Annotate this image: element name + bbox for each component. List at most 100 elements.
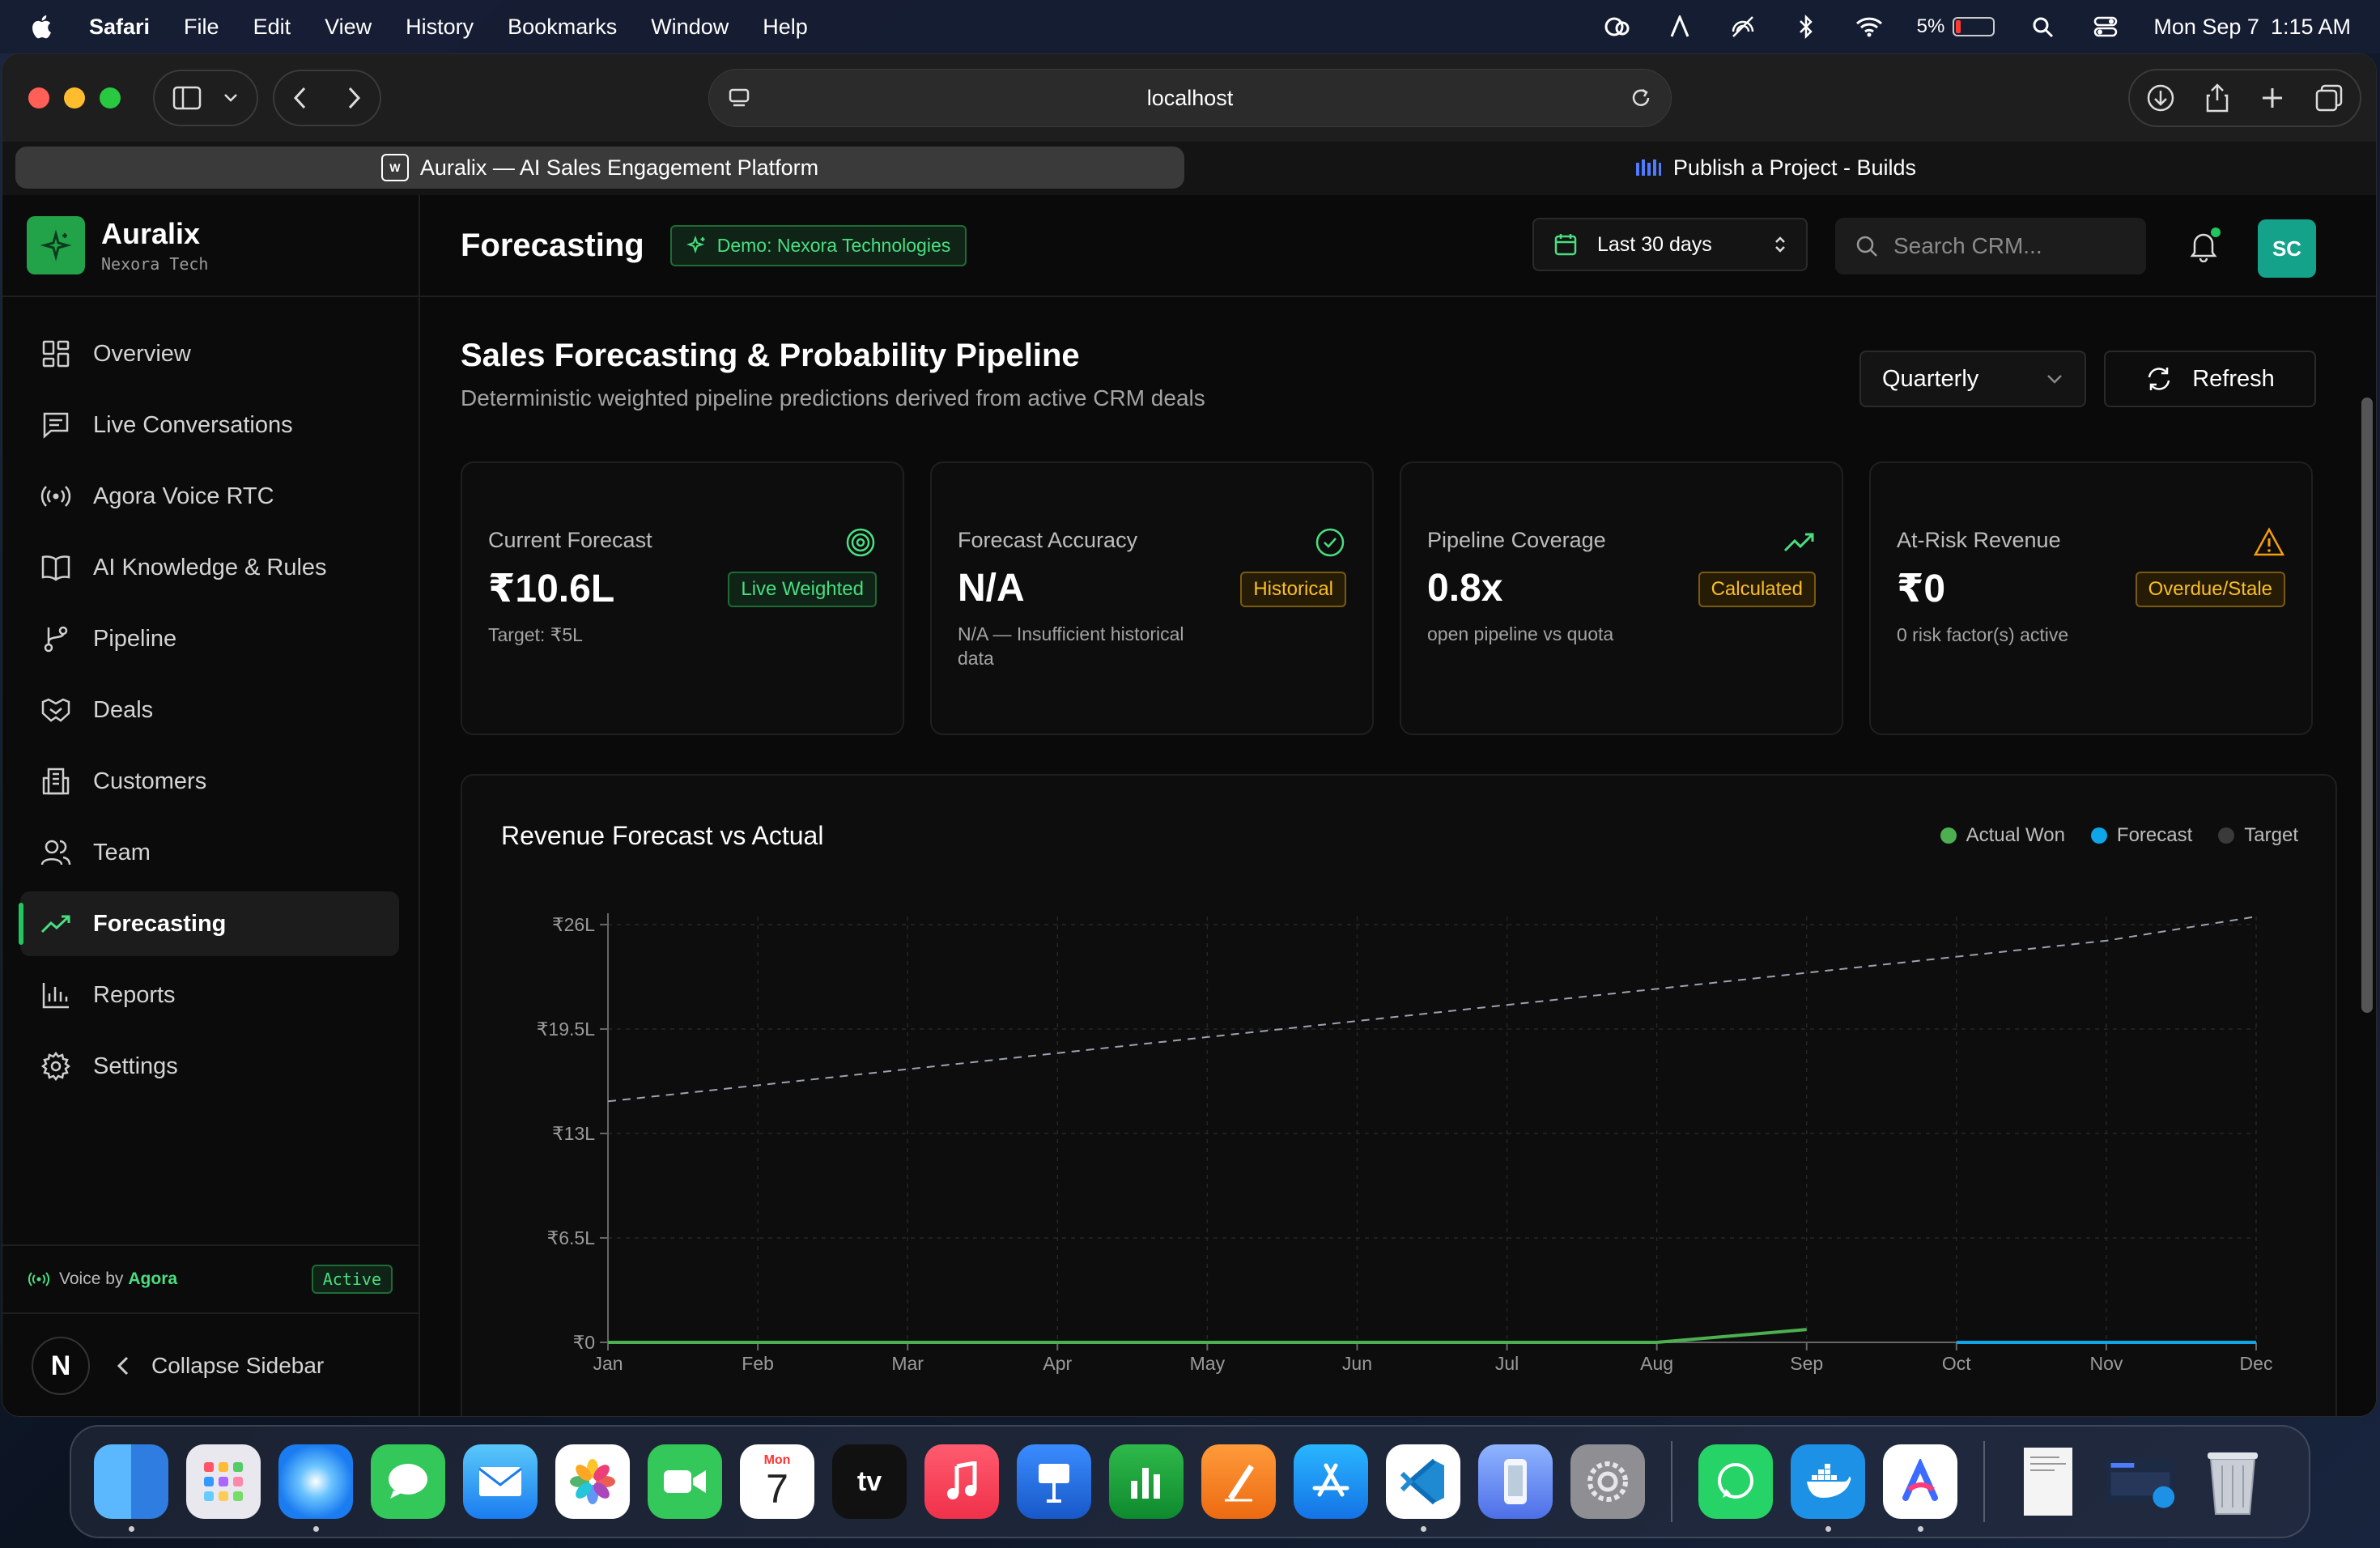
main-content: Forecasting Demo: Nexora Technologies La… [420, 195, 2376, 1416]
creative-cloud-icon[interactable] [1601, 15, 1632, 39]
app-store-icon[interactable] [1294, 1444, 1368, 1519]
share-icon[interactable] [2204, 83, 2230, 113]
sidebar-item-pipeline[interactable]: Pipeline [20, 606, 399, 671]
keynote-icon[interactable] [1017, 1444, 1091, 1519]
sidebar-toggle-group [153, 70, 258, 126]
close-window-button[interactable] [28, 87, 49, 108]
tab-bar: W Auralix — AI Sales Engagement Platform… [2, 142, 2376, 195]
new-tab-icon[interactable] [2259, 85, 2285, 111]
tab-publish-project[interactable]: Publish a Project - Builds [1184, 147, 2366, 189]
control-center-icon[interactable] [2090, 15, 2121, 39]
menu-file[interactable]: File [184, 15, 219, 40]
tab-auralix[interactable]: W Auralix — AI Sales Engagement Platform [15, 147, 1184, 189]
search-icon [1856, 236, 1877, 257]
collapse-sidebar-button[interactable]: N Collapse Sidebar [2, 1312, 419, 1416]
calendar-app-icon[interactable]: Mon 7 [740, 1444, 814, 1519]
page-settings-icon[interactable] [727, 86, 751, 110]
warning-icon [2253, 526, 2285, 559]
x-tick-label: Mar [891, 1353, 924, 1374]
bluetooth-icon[interactable] [1791, 15, 1821, 39]
reload-icon[interactable] [1629, 86, 1653, 110]
date-range-select[interactable]: Last 30 days [1532, 218, 1808, 271]
messages-icon[interactable] [371, 1444, 445, 1519]
browser-toolbar: localhost [2, 54, 2376, 142]
menu-history[interactable]: History [406, 15, 474, 40]
navigation-group [273, 70, 381, 126]
url-text: localhost [1146, 85, 1234, 110]
kpi-note: open pipeline vs quota [1427, 623, 1614, 644]
pages-icon[interactable] [1201, 1444, 1276, 1519]
launchpad-icon[interactable] [186, 1444, 261, 1519]
notifications-button[interactable] [2183, 226, 2224, 266]
tab-overview-icon[interactable] [2314, 83, 2344, 113]
music-icon[interactable] [924, 1444, 999, 1519]
chevron-down-icon [2047, 375, 2062, 384]
dock: Mon 7 tv [70, 1425, 2310, 1538]
photos-icon[interactable] [555, 1444, 630, 1519]
airdrop-icon[interactable] [1728, 15, 1758, 39]
refresh-button[interactable]: Refresh [2104, 351, 2316, 407]
finder-icon[interactable] [94, 1444, 168, 1532]
document-stack-icon[interactable] [2011, 1444, 2085, 1519]
sidebar-item-forecasting[interactable]: Forecasting [19, 891, 399, 956]
forward-icon[interactable] [346, 86, 362, 110]
menu-app-name[interactable]: Safari [89, 15, 150, 40]
sidebar-item-label: Forecasting [93, 910, 227, 937]
zoom-window-button[interactable] [100, 87, 121, 108]
back-icon[interactable] [292, 86, 308, 110]
vscode-icon[interactable] [1386, 1444, 1460, 1532]
menu-edit[interactable]: Edit [253, 15, 291, 40]
facetime-icon[interactable] [648, 1444, 722, 1519]
kpi-row: Current Forecast ₹10.6L Live Weighted Ta… [461, 461, 2337, 735]
simulator-icon[interactable] [1478, 1444, 1553, 1519]
menu-window[interactable]: Window [651, 15, 729, 40]
font-icon[interactable] [1664, 15, 1695, 39]
sidebar-item-overview[interactable]: Overview [20, 321, 399, 386]
sidebar-item-customers[interactable]: Customers [20, 749, 399, 814]
page-scrollbar[interactable] [2361, 398, 2373, 1013]
menu-bookmarks[interactable]: Bookmarks [508, 15, 617, 40]
trend-icon [40, 908, 72, 940]
sidebar-item-deals[interactable]: Deals [20, 678, 399, 742]
apple-tv-icon[interactable]: tv [832, 1444, 907, 1519]
user-avatar[interactable]: SC [2258, 219, 2316, 278]
docker-icon[interactable] [1791, 1444, 1865, 1532]
sidebar-item-settings[interactable]: Settings [20, 1034, 399, 1099]
menu-help[interactable]: Help [763, 15, 808, 40]
sidebar-item-live-conversations[interactable]: Live Conversations [20, 393, 399, 457]
period-select[interactable]: Quarterly [1859, 351, 2086, 407]
target-icon [844, 526, 877, 559]
trash-icon[interactable] [2195, 1444, 2270, 1519]
sidebar-toggle-icon[interactable] [172, 86, 202, 110]
menu-view[interactable]: View [325, 15, 372, 40]
battery-percent: 5% [1916, 15, 1945, 37]
downloads-icon[interactable] [2146, 83, 2175, 113]
address-bar[interactable]: localhost [708, 69, 1672, 127]
kpi-label: At-Risk Revenue [1897, 528, 2061, 552]
menu-date[interactable]: Mon Sep 7 [2153, 15, 2259, 40]
avatar[interactable]: N [32, 1337, 90, 1395]
mail-icon[interactable] [463, 1444, 538, 1519]
sidebar-item-ai-knowledge[interactable]: AI Knowledge & Rules [20, 535, 399, 600]
numbers-icon[interactable] [1109, 1444, 1184, 1519]
battery-indicator[interactable]: 5% [1917, 15, 1995, 38]
sidebar-item-reports[interactable]: Reports [20, 963, 399, 1027]
sidebar-item-team[interactable]: Team [20, 820, 399, 885]
sidebar-item-agora-voice[interactable]: Agora Voice RTC [20, 464, 399, 529]
apple-icon[interactable] [29, 13, 57, 40]
screenshot-stack-icon[interactable] [2103, 1444, 2178, 1519]
menu-time[interactable]: 1:15 AM [2271, 15, 2351, 40]
safari-icon[interactable] [278, 1444, 353, 1532]
grid-icon [40, 338, 72, 370]
x-tick-label: Jul [1495, 1353, 1519, 1374]
search-placeholder: Search CRM... [1893, 233, 2042, 258]
search-input[interactable]: Search CRM... [1835, 218, 2146, 274]
system-settings-icon[interactable] [1570, 1444, 1645, 1519]
kpi-note: 0 risk factor(s) active [1897, 624, 2069, 645]
minimize-window-button[interactable] [64, 87, 85, 108]
whatsapp-icon[interactable] [1698, 1444, 1773, 1519]
chevron-down-icon[interactable] [223, 92, 239, 104]
wifi-icon[interactable] [1854, 15, 1885, 39]
spotlight-search-icon[interactable] [2027, 15, 2058, 39]
arc-icon[interactable] [1883, 1444, 1957, 1532]
